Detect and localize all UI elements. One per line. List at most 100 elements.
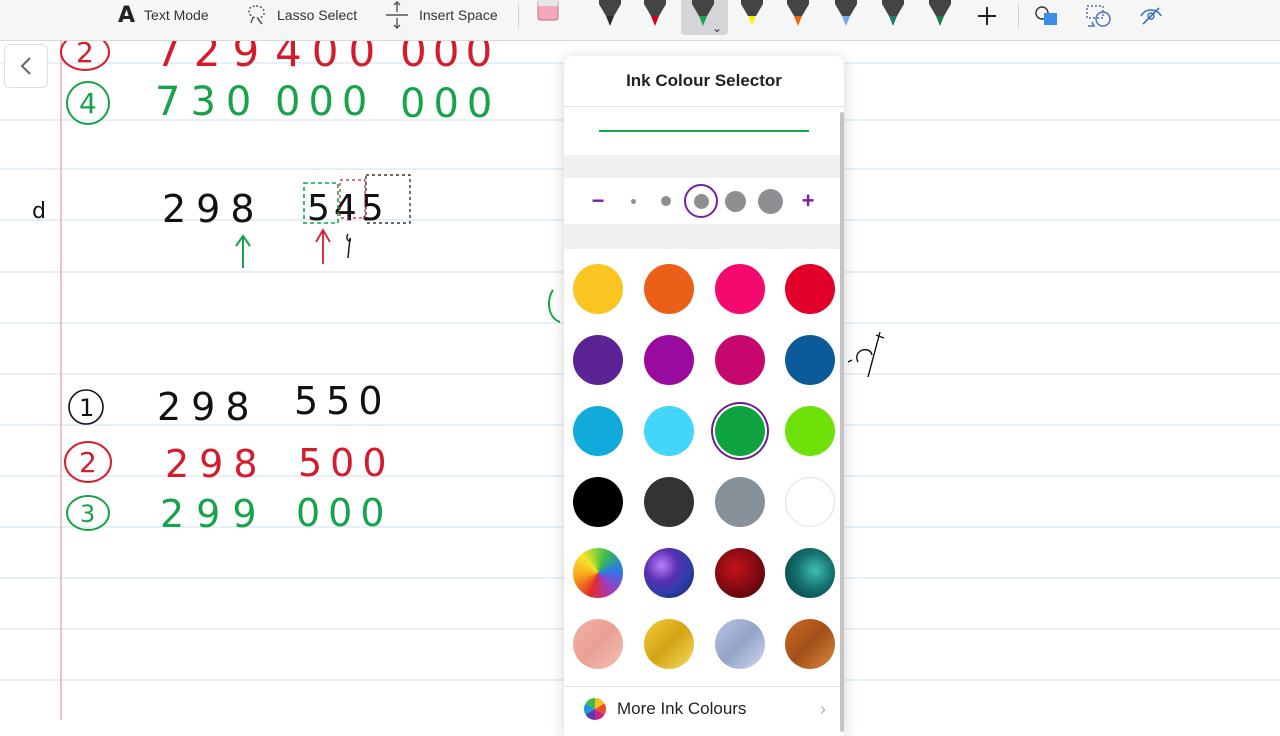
color-swatch[interactable] [573, 406, 623, 456]
size-option-3[interactable] [684, 178, 718, 224]
number-group: 400 [275, 40, 385, 76]
ink-colour-selector[interactable]: Ink Colour Selector − + More Ink Colours… [564, 56, 844, 736]
toolbar-divider [518, 4, 519, 28]
row-298500: 2 298 500 [64, 441, 395, 486]
color-swatch[interactable] [644, 406, 694, 456]
shapes-button[interactable] [1032, 2, 1062, 30]
row-marker: 2 [79, 446, 97, 479]
color-swatch[interactable] [715, 477, 765, 527]
more-ink-colours-button[interactable]: More Ink Colours › [564, 686, 840, 731]
toolbar-divider [1018, 4, 1019, 28]
chevron-left-icon [20, 57, 31, 75]
shapes-icon [1035, 6, 1057, 25]
toolbar: A Text Mode Lasso Select Insert Space ⌄ [0, 0, 1280, 41]
row-299000: 3 299 000 [66, 491, 393, 536]
swatch-gold-texture[interactable] [644, 619, 694, 669]
color-swatch[interactable] [715, 264, 765, 314]
section-separator [564, 224, 840, 249]
insert-space-button[interactable]: Insert Space [384, 0, 498, 30]
insert-space-label: Insert Space [419, 7, 498, 23]
color-swatch-selected[interactable] [715, 406, 765, 456]
ink-stroke [847, 331, 885, 378]
number-group: 298 [157, 385, 260, 429]
row-marker: 4 [79, 87, 97, 120]
number-group: 550 [294, 379, 391, 423]
row-marker: 3 [80, 500, 95, 528]
blue-highlighter-icon[interactable] [831, 0, 861, 30]
swatch-teal-marble[interactable] [785, 548, 835, 598]
convert-shape-icon [1086, 5, 1111, 27]
orange-pen-icon[interactable] [783, 0, 813, 30]
color-swatch[interactable] [644, 264, 694, 314]
swatch-rose-gold-texture[interactable] [573, 619, 623, 669]
number-group: 299 [160, 492, 269, 536]
swatch-red-marble[interactable] [715, 548, 765, 598]
popover-scrollbar[interactable] [840, 112, 844, 732]
number-group: 730 [155, 79, 261, 125]
lasso-select-label: Lasso Select [277, 7, 358, 23]
color-swatch[interactable] [785, 264, 835, 314]
dark-green-pen-icon[interactable] [925, 0, 955, 30]
back-button[interactable] [4, 44, 48, 88]
lasso-select-button[interactable]: Lasso Select [244, 0, 357, 30]
number-group: 500 [298, 441, 395, 485]
black-pen-icon[interactable] [595, 0, 625, 30]
convert-button[interactable] [1084, 2, 1114, 30]
swatch-rainbow-glitter[interactable] [573, 548, 623, 598]
color-swatch[interactable] [715, 335, 765, 385]
text-mode-button[interactable]: A Text Mode [118, 0, 209, 30]
plus-icon [978, 7, 996, 25]
text-mode-icon: A [118, 2, 136, 28]
swatch-galaxy[interactable] [644, 548, 694, 598]
row-729400000: 2 729 400 000 [60, 40, 498, 76]
ink-stroke [547, 289, 561, 323]
color-swatch[interactable] [785, 406, 835, 456]
color-swatch[interactable] [573, 335, 623, 385]
color-swatch[interactable] [785, 477, 835, 527]
decrease-size-button[interactable]: − [583, 178, 613, 224]
number-group: 729 [155, 40, 271, 76]
yellow-highlighter-icon[interactable] [737, 0, 767, 30]
size-option-2[interactable] [660, 178, 672, 224]
size-option-1[interactable] [627, 178, 639, 224]
teal-pen-icon[interactable] [878, 0, 908, 30]
number-group: 000 [400, 40, 498, 76]
chevron-right-icon: › [820, 698, 826, 719]
read-only-button[interactable] [1136, 2, 1166, 30]
lasso-icon [248, 5, 265, 25]
number-group: 000 [275, 79, 375, 125]
swatch-bronze-texture[interactable] [785, 619, 835, 669]
color-wheel-icon [584, 698, 606, 720]
section-separator [564, 155, 840, 178]
number-group: 298 [162, 187, 265, 231]
number-group: 000 [296, 491, 393, 535]
color-swatch[interactable] [644, 477, 694, 527]
increase-size-button[interactable]: + [793, 178, 823, 224]
more-ink-colours-label: More Ink Colours [617, 699, 747, 718]
popover-title: Ink Colour Selector [564, 56, 844, 107]
stroke-size-row: − + [564, 178, 840, 224]
stroke-preview [564, 107, 840, 155]
number-group: 298 [165, 442, 268, 486]
number-group: 000 [400, 81, 500, 127]
color-swatch[interactable] [573, 477, 623, 527]
size-option-4[interactable] [723, 178, 747, 224]
color-swatch[interactable] [644, 335, 694, 385]
color-swatch[interactable] [573, 264, 623, 314]
insert-space-icon [386, 1, 408, 29]
chevron-down-icon[interactable]: ⌄ [712, 21, 722, 35]
eraser-icon[interactable] [536, 0, 560, 24]
pen-off-icon [1140, 7, 1162, 25]
add-tool-button[interactable] [972, 2, 1002, 30]
row-298550: 1 298 550 [68, 379, 391, 429]
row-298545: d 298 545 [32, 174, 411, 268]
color-swatch[interactable] [785, 335, 835, 385]
stroke-preview-line [599, 130, 809, 132]
red-pen-icon[interactable] [640, 0, 670, 30]
row-marker: 2 [76, 40, 94, 69]
selected-size-ring [684, 184, 718, 218]
row-marker: d [32, 199, 46, 224]
swatch-silver-texture[interactable] [715, 619, 765, 669]
size-option-5[interactable] [756, 178, 784, 224]
row-marker: 1 [79, 394, 94, 422]
